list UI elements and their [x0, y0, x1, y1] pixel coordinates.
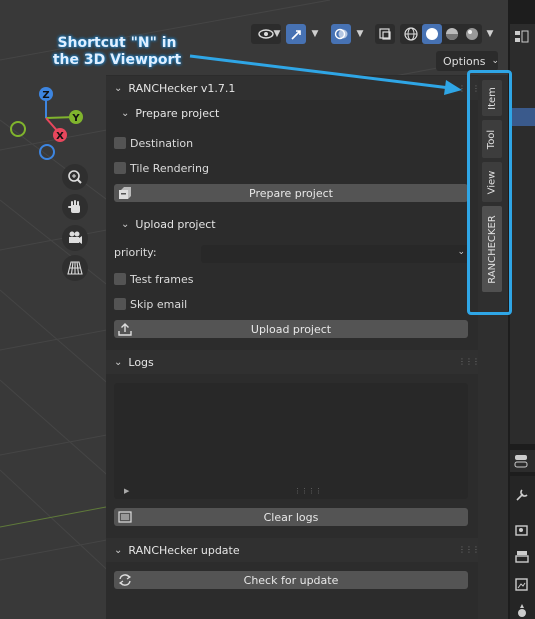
gizmo-toggle[interactable]: [286, 24, 306, 44]
skip-email-label: Skip email: [130, 297, 188, 311]
upload-project-button[interactable]: Upload project: [114, 320, 468, 338]
ranchecker-panel-header[interactable]: ⌄ RANCHecker v1.7.1: [106, 76, 478, 100]
tab-highlight-box: [467, 70, 512, 315]
logs-panel-header[interactable]: ⌄ Logs: [106, 350, 478, 374]
chevron-down-icon: ⌄: [121, 218, 130, 230]
chevron-down-icon: ⌄: [457, 247, 465, 257]
overlays-toggle[interactable]: [331, 24, 351, 44]
negative-z-axis-handle: [39, 144, 55, 160]
tile-rendering-checkbox-row[interactable]: Tile Rendering: [114, 159, 209, 177]
annotation-callout: Shortcut "N" in the 3D Viewport: [46, 35, 188, 69]
wireframe-shading-icon: [404, 27, 418, 41]
upload-icon: [118, 323, 132, 336]
pan-button[interactable]: [62, 194, 88, 220]
tool-settings-icon[interactable]: [514, 487, 530, 503]
annotation-line-2: the 3D Viewport: [52, 52, 182, 68]
zoom-icon: [68, 170, 82, 184]
prepare-project-button[interactable]: Prepare project: [114, 184, 468, 202]
annotation-line-1: Shortcut "N" in: [57, 35, 177, 51]
resize-grip-icon[interactable]: ⋮⋮⋮⋮: [294, 487, 322, 495]
chevron-down-icon[interactable]: ▼: [309, 24, 321, 44]
logs-heading: Logs: [128, 355, 154, 369]
chevron-down-icon: ⌄: [114, 356, 123, 368]
tile-rendering-label: Tile Rendering: [130, 161, 209, 175]
scene-properties-icon[interactable]: [514, 603, 530, 619]
negative-y-axis-handle: [10, 121, 26, 137]
skip-email-checkbox[interactable]: [114, 298, 126, 310]
chevron-down-icon: ⌄: [114, 82, 123, 94]
x-axis-label: X: [56, 131, 64, 142]
solid-shading-icon: [426, 28, 438, 40]
list-icon: [118, 511, 132, 523]
prepare-heading: Prepare project: [135, 106, 220, 120]
output-properties-icon[interactable]: [514, 549, 530, 565]
options-dropdown[interactable]: Options ⌄: [436, 51, 499, 71]
logs-list[interactable]: ▶ ⋮⋮⋮⋮: [114, 383, 468, 499]
options-label: Options: [443, 54, 486, 68]
chevron-down-icon[interactable]: ▼: [271, 24, 283, 44]
update-heading: RANCHecker update: [128, 543, 240, 557]
clear-logs-button[interactable]: Clear logs: [114, 508, 468, 526]
panel-title: RANCHecker v1.7.1: [128, 81, 236, 95]
chevron-down-icon[interactable]: ▼: [484, 24, 496, 44]
hand-icon: [68, 200, 80, 213]
upload-button-label: Upload project: [250, 322, 332, 336]
adjacent-editors: [508, 0, 535, 619]
package-icon: [119, 187, 131, 199]
clear-logs-label: Clear logs: [263, 510, 319, 524]
chevron-down-icon: ⌄: [121, 107, 130, 119]
xray-icon: [379, 28, 391, 40]
camera-icon: [69, 231, 82, 244]
tile-rendering-checkbox[interactable]: [114, 162, 126, 174]
editor-type-icon[interactable]: [514, 30, 530, 44]
check-for-update-button[interactable]: Check for update: [114, 571, 468, 589]
prepare-button-label: Prepare project: [249, 186, 333, 200]
skip-email-checkbox-row[interactable]: Skip email: [114, 295, 187, 313]
destination-checkbox-row[interactable]: Destination: [114, 134, 193, 152]
check-update-label: Check for update: [243, 573, 339, 587]
update-panel-header[interactable]: ⌄ RANCHecker update: [106, 538, 478, 562]
properties-icon[interactable]: [514, 454, 530, 468]
grid-perspective-icon: [67, 261, 83, 275]
view-layer-icon[interactable]: [514, 577, 530, 593]
gizmo-icon: [291, 30, 301, 40]
upload-project-subpanel-header[interactable]: ⌄ Upload project: [121, 213, 216, 235]
material-shading-icon: [446, 28, 458, 40]
zoom-button[interactable]: [62, 164, 88, 190]
priority-dropdown[interactable]: ⌄: [201, 245, 469, 263]
overlays-icon: [334, 28, 348, 40]
prepare-project-subpanel-header[interactable]: ⌄ Prepare project: [121, 102, 219, 124]
z-axis-label: Z: [42, 90, 49, 101]
chevron-down-icon: ⌄: [114, 544, 123, 556]
perspective-toggle-button[interactable]: [62, 255, 88, 281]
expand-triangle-icon[interactable]: ▶: [124, 487, 129, 495]
chevron-down-icon[interactable]: ▼: [354, 24, 366, 44]
xray-toggle[interactable]: [375, 24, 395, 44]
y-axis-label: Y: [71, 113, 80, 124]
render-properties-icon[interactable]: [514, 522, 530, 538]
priority-label: priority:: [114, 246, 157, 259]
test-frames-label: Test frames: [130, 272, 194, 286]
test-frames-checkbox[interactable]: [114, 273, 126, 285]
destination-label: Destination: [130, 136, 194, 150]
shading-mode-group: [400, 24, 482, 44]
navigation-gizmo[interactable]: Z Y X: [8, 84, 88, 160]
upload-heading: Upload project: [135, 217, 216, 231]
refresh-icon: [118, 574, 132, 586]
camera-view-button[interactable]: [62, 225, 88, 251]
rendered-shading-icon: [466, 28, 478, 40]
destination-checkbox[interactable]: [114, 137, 126, 149]
test-frames-checkbox-row[interactable]: Test frames: [114, 270, 194, 288]
chevron-down-icon: ⌄: [491, 56, 499, 66]
